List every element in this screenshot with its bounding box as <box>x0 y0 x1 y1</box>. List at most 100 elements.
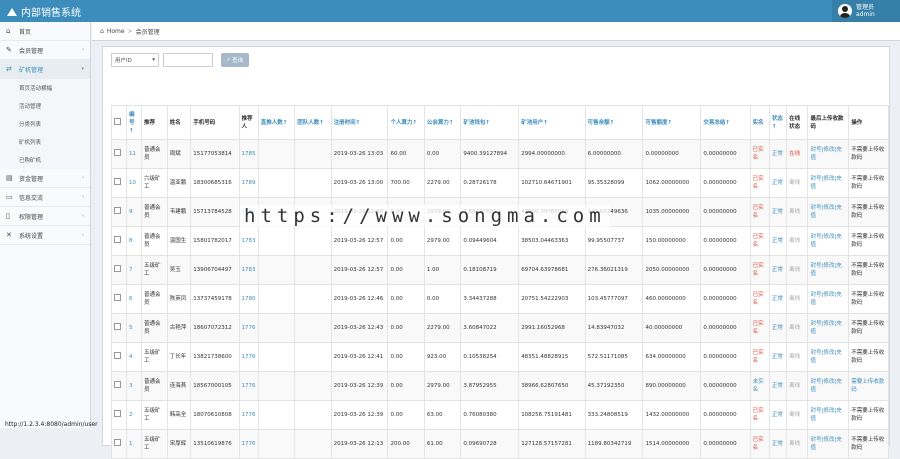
table-cell: 700.00 <box>387 168 425 198</box>
column-header: 最后上传收款码 <box>807 105 850 140</box>
sidebar-item-b2[interactable]: ▯ 权限管理 ‹ <box>0 207 90 226</box>
column-header[interactable]: 直推人数↑ <box>257 105 296 140</box>
table-cell: 普通会员 <box>141 371 168 401</box>
table-cell[interactable]: 封号|修改|充值 <box>807 371 850 401</box>
table-cell[interactable]: 封号|修改|充值 <box>807 197 850 227</box>
table-cell: 2019-03-26 12:13 <box>330 429 389 459</box>
row-checkbox[interactable] <box>114 207 121 214</box>
table-cell[interactable]: 封号|修改|充值 <box>807 168 850 198</box>
row-select-cell[interactable] <box>111 313 127 343</box>
column-header[interactable]: 可售余额↑ <box>584 105 644 140</box>
row-checkbox[interactable] <box>114 323 121 330</box>
sidebar-subitem[interactable]: 已购矿机 <box>0 151 90 169</box>
table-cell[interactable]: 1776 <box>238 342 259 372</box>
row-checkbox[interactable] <box>114 439 121 446</box>
table-cell: 103.45777097 <box>584 284 644 314</box>
table-cell[interactable]: 1785 <box>238 139 259 169</box>
table-cell: 0.00 <box>387 226 425 256</box>
row-select-cell[interactable] <box>111 168 127 198</box>
sidebar-item-b0[interactable]: ▤ 资金管理 ‹ <box>0 169 90 188</box>
column-header[interactable]: 实名 <box>749 105 770 140</box>
table-cell[interactable]: 5 <box>126 313 142 343</box>
sidebar-item-b1[interactable]: ▭ 信息交流 ‹ <box>0 188 90 207</box>
sidebar-item-b3[interactable]: ✕ 系统设置 ‹ <box>0 226 90 245</box>
column-header[interactable]: 编号↑ <box>126 105 142 140</box>
row-checkbox[interactable] <box>114 352 121 359</box>
table-cell[interactable]: 7 <box>126 255 142 285</box>
search-button[interactable]: ⌕ 查询 <box>221 53 250 67</box>
table-cell[interactable]: 9 <box>126 197 142 227</box>
breadcrumb-home[interactable]: Home <box>107 28 125 35</box>
user-menu[interactable]: 管理员 admin <box>832 0 900 22</box>
column-header[interactable]: 公会算力↑ <box>423 105 462 140</box>
sidebar-item-a1[interactable]: ✎ 会员管理 ‹ <box>0 41 90 60</box>
app-logo[interactable]: 内部销售系统 <box>6 4 81 19</box>
row-checkbox[interactable] <box>114 265 121 272</box>
table-cell: 0.00 <box>423 139 462 169</box>
column-header[interactable]: 团队人数↑ <box>294 105 332 140</box>
table-cell[interactable]: 1 <box>126 429 142 459</box>
sidebar-subitem[interactable]: 矿机列表 <box>0 133 90 151</box>
table-cell: 69704.63978681 <box>518 255 586 285</box>
row-checkbox[interactable] <box>114 178 121 185</box>
row-select-cell[interactable] <box>111 139 127 169</box>
row-select-cell[interactable] <box>111 400 127 430</box>
member-table: 编号↑ 推荐 姓名 手机号码 推荐人 直推人数↑ 团队人数↑ 注册时间↑ 个人算力↑ 公会算力↑ 矿… <box>111 105 889 459</box>
column-header[interactable]: 状态↑ <box>768 105 788 140</box>
table-cell[interactable]: 1789 <box>238 168 259 198</box>
table-cell[interactable]: 封号|修改|充值 <box>807 139 850 169</box>
table-cell[interactable]: 封号|修改|充值 <box>807 400 850 430</box>
table-cell[interactable]: 封号|修改|充值 <box>807 226 850 256</box>
sidebar-item-a0[interactable]: ⌂ 首页 <box>0 22 90 41</box>
table-cell[interactable]: 1776 <box>238 371 259 401</box>
table-cell[interactable]: 封号|修改|充值 <box>807 313 850 343</box>
row-select-cell[interactable] <box>111 342 127 372</box>
table-cell[interactable]: 11 <box>126 139 142 169</box>
table-cell[interactable]: 10 <box>126 168 142 198</box>
table-cell[interactable]: 封号|修改|充值 <box>807 429 850 459</box>
table-cell[interactable]: 1776 <box>238 313 259 343</box>
table-cell <box>294 255 332 285</box>
column-header[interactable]: 交易冻结↑ <box>700 105 751 140</box>
table-cell[interactable]: 1776 <box>238 429 259 459</box>
table-cell[interactable]: 6 <box>126 284 142 314</box>
table-cell[interactable]: 1783 <box>238 226 259 256</box>
select-all-checkbox[interactable] <box>114 117 121 125</box>
table-cell[interactable]: 1780 <box>238 284 259 314</box>
table-cell: 13510619876 <box>190 429 240 459</box>
table-cell: 2019-03-26 12:57 <box>330 226 389 256</box>
row-checkbox[interactable] <box>114 236 121 243</box>
row-checkbox[interactable] <box>114 381 121 388</box>
column-header[interactable]: 矿池钱包↑ <box>460 105 520 140</box>
row-checkbox[interactable] <box>114 410 121 417</box>
home-icon[interactable]: ⌂ <box>100 28 104 35</box>
table-cell[interactable]: 4 <box>126 342 142 372</box>
field-select[interactable]: 用户ID ▾ <box>111 53 159 67</box>
table-cell[interactable]: 3 <box>126 371 142 401</box>
column-header[interactable]: 矿池用户↑ <box>518 105 586 140</box>
table-cell[interactable]: 封号|修改|充值 <box>807 284 850 314</box>
search-input[interactable] <box>163 53 213 67</box>
column-header[interactable]: 注册时间↑ <box>330 105 389 140</box>
sidebar-item-a2[interactable]: ⇄ 矿机管理 ▾ <box>0 60 90 79</box>
column-header[interactable]: 个人算力↑ <box>387 105 425 140</box>
row-checkbox[interactable] <box>114 149 121 156</box>
row-select-cell[interactable] <box>111 284 127 314</box>
row-select-cell[interactable] <box>111 197 127 227</box>
row-select-cell[interactable] <box>111 226 127 256</box>
row-select-cell[interactable] <box>111 371 127 401</box>
table-cell[interactable]: 8 <box>126 226 142 256</box>
row-select-cell[interactable] <box>111 429 127 459</box>
table-cell[interactable]: 1776 <box>238 400 259 430</box>
column-header[interactable]: 可售额度↑ <box>642 105 702 140</box>
table-cell[interactable]: 封号|修改|充值 <box>807 255 850 285</box>
row-checkbox[interactable] <box>114 294 121 301</box>
table-cell[interactable]: 封号|修改|充值 <box>807 342 850 372</box>
sidebar-subitem[interactable]: 首页活动横幅 <box>0 79 90 97</box>
sidebar-subitem[interactable]: 活动管理 <box>0 97 90 115</box>
row-select-cell[interactable] <box>111 255 127 285</box>
sidebar-subitem[interactable]: 分类列表 <box>0 115 90 133</box>
select-all-header[interactable] <box>111 105 127 140</box>
table-cell[interactable]: 2 <box>126 400 142 430</box>
table-cell[interactable]: 1783 <box>238 255 259 285</box>
